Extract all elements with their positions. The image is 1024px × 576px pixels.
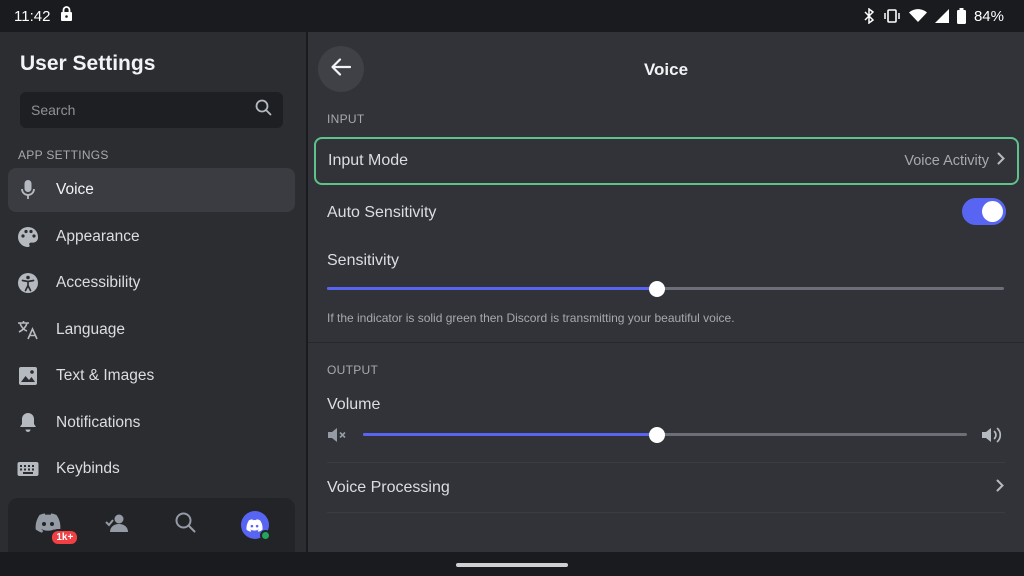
avatar: [240, 511, 271, 541]
slider-fill: [363, 433, 658, 436]
volume-label: Volume: [327, 396, 381, 413]
image-icon: [17, 365, 39, 387]
wifi-icon: [908, 9, 927, 23]
section-label-output: OUTPUT: [327, 363, 379, 377]
sensitivity-helper-text: If the indicator is solid green then Dis…: [327, 311, 735, 325]
volume-up-icon[interactable]: [981, 425, 1003, 445]
voice-settings-panel: Voice INPUT Input Mode Voice Activity Au…: [308, 32, 1024, 552]
battery-percent: 84%: [973, 7, 1004, 25]
sidebar-item-label: Language: [56, 320, 125, 338]
friends-icon: [105, 513, 129, 538]
sidebar-item-text-images[interactable]: Text & Images: [8, 354, 295, 398]
voice-processing-label: Voice Processing: [327, 479, 450, 496]
row-divider: [327, 512, 1005, 513]
input-mode-row[interactable]: Input Mode Voice Activity: [314, 137, 1019, 185]
slider-thumb[interactable]: [649, 427, 666, 443]
auto-sensitivity-label: Auto Sensitivity: [327, 204, 437, 221]
search-input[interactable]: [31, 102, 255, 118]
sensitivity-label: Sensitivity: [327, 252, 400, 269]
chevron-right-icon: [996, 479, 1004, 497]
palette-icon: [17, 226, 39, 248]
home-gesture-handle[interactable]: [456, 563, 568, 567]
accessibility-icon: [17, 272, 39, 294]
section-label-app-settings: APP SETTINGS: [18, 148, 109, 162]
sidebar-item-label: Text & Images: [56, 367, 155, 384]
toggle-knob: [982, 201, 1003, 222]
tab-profile[interactable]: [235, 505, 275, 545]
sidebar-item-notifications[interactable]: Notifications: [8, 401, 295, 445]
tab-home[interactable]: 1k+: [28, 505, 80, 546]
bottom-tab-bar: 1k+: [8, 498, 295, 552]
status-bar: 11:42 84%: [0, 0, 1024, 32]
lock-icon: [60, 6, 73, 26]
microphone-icon: [17, 179, 39, 201]
sensitivity-slider[interactable]: [327, 279, 1004, 299]
sidebar-title: User Settings: [20, 52, 156, 75]
sidebar-item-label: Keybinds: [56, 460, 120, 477]
slider-thumb[interactable]: [648, 281, 665, 297]
bell-icon: [17, 412, 39, 434]
section-label-input: INPUT: [327, 112, 365, 126]
tab-friends[interactable]: [97, 505, 137, 545]
tab-search[interactable]: [166, 505, 206, 545]
cellular-icon: [934, 9, 949, 23]
online-status-indicator: [259, 530, 271, 541]
system-nav-bar: [0, 552, 1024, 576]
row-divider: [327, 462, 1005, 463]
sidebar-item-label: Voice: [56, 181, 94, 198]
sidebar-item-label: Accessibility: [56, 274, 141, 291]
sidebar-item-label: Notifications: [56, 413, 141, 431]
section-divider: [308, 342, 1024, 343]
sidebar-item-accessibility[interactable]: Accessibility: [8, 261, 295, 305]
home-badge: 1k+: [50, 529, 80, 546]
input-mode-label: Input Mode: [328, 152, 409, 169]
page-title: Voice: [643, 60, 689, 79]
sidebar-item-language[interactable]: Language: [8, 308, 295, 352]
sidebar-item-voice[interactable]: Voice: [8, 168, 295, 212]
search-icon: [175, 512, 196, 538]
search-box[interactable]: [20, 92, 283, 128]
keyboard-icon: [17, 458, 39, 480]
volume-slider[interactable]: [363, 425, 967, 445]
sidebar-item-label: Appearance: [56, 227, 140, 245]
sidebar-item-keybinds[interactable]: Keybinds: [8, 447, 295, 491]
status-time: 11:42: [14, 7, 51, 25]
chevron-right-icon: [997, 152, 1005, 170]
translate-icon: [17, 319, 39, 341]
battery-icon: [956, 8, 966, 24]
sidebar: User Settings APP SETTINGS Voice Appeara…: [0, 32, 306, 552]
bluetooth-icon: [863, 8, 875, 24]
settings-nav: Voice Appearance Accessibility Language …: [8, 168, 295, 494]
input-mode-value: Voice Activity: [904, 153, 989, 169]
vibrate-icon: [883, 8, 901, 24]
volume-mute-icon[interactable]: [327, 426, 347, 444]
sidebar-item-appearance[interactable]: Appearance: [8, 215, 295, 259]
auto-sensitivity-toggle[interactable]: [962, 198, 1006, 225]
voice-processing-row[interactable]: Voice Processing: [308, 464, 1024, 512]
slider-fill: [327, 287, 657, 290]
search-icon: [255, 99, 272, 121]
